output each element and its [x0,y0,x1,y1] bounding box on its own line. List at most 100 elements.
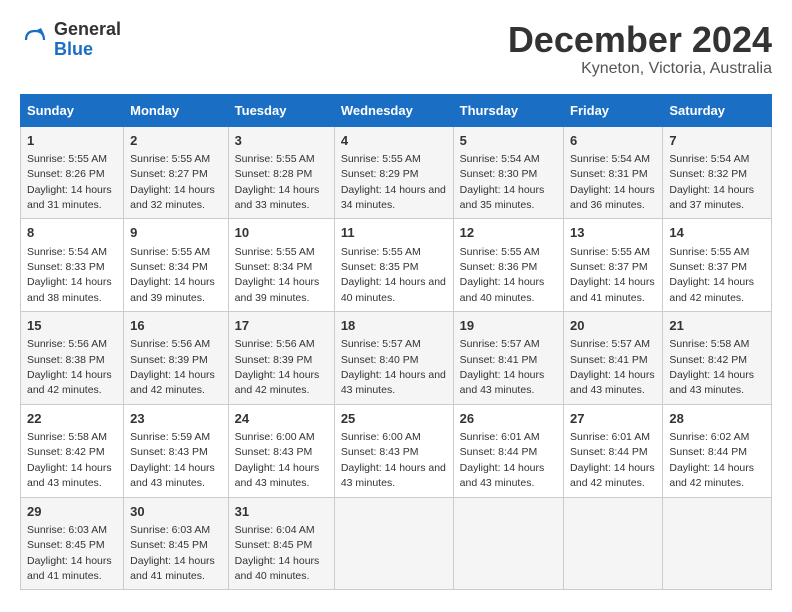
cell-info: Sunrise: 6:02 AMSunset: 8:44 PMDaylight:… [669,431,754,489]
calendar-cell: 23 Sunrise: 5:59 AMSunset: 8:43 PMDayligh… [124,404,229,497]
day-number: 2 [130,132,222,150]
calendar-cell: 27 Sunrise: 6:01 AMSunset: 8:44 PMDayligh… [564,404,663,497]
calendar-cell: 21 Sunrise: 5:58 AMSunset: 8:42 PMDayligh… [663,312,772,405]
day-number: 12 [460,224,557,242]
day-number: 16 [130,317,222,335]
calendar-cell: 6Sunrise: 5:54 AMSunset: 8:31 PMDaylight… [564,126,663,219]
day-number: 31 [235,503,328,521]
day-number: 9 [130,224,222,242]
day-header-thursday: Thursday [453,94,563,126]
day-number: 14 [669,224,765,242]
day-number: 28 [669,410,765,428]
calendar-cell: 9 Sunrise: 5:55 AMSunset: 8:34 PMDaylight… [124,219,229,312]
logo-text: General Blue [54,20,121,60]
calendar-cell: 30Sunrise: 6:03 AMSunset: 8:45 PMDayligh… [124,497,229,590]
calendar-cell: 20Sunrise: 5:57 AMSunset: 8:41 PMDayligh… [564,312,663,405]
cell-info: Sunrise: 6:00 AMSunset: 8:43 PMDaylight:… [235,431,320,489]
calendar-cell: 22 Sunrise: 5:58 AMSunset: 8:42 PMDayligh… [21,404,124,497]
cell-info: Sunrise: 5:56 AMSunset: 8:39 PMDaylight:… [130,338,215,396]
calendar-cell: 26Sunrise: 6:01 AMSunset: 8:44 PMDayligh… [453,404,563,497]
calendar-cell: 3 Sunrise: 5:55 AMSunset: 8:28 PMDaylight… [228,126,334,219]
cell-info: Sunrise: 5:55 AMSunset: 8:34 PMDaylight:… [235,246,320,304]
cell-info: Sunrise: 5:57 AMSunset: 8:40 PMDaylight:… [341,338,446,396]
calendar-cell [663,497,772,590]
day-number: 18 [341,317,447,335]
day-number: 19 [460,317,557,335]
calendar-cell: 31Sunrise: 6:04 AMSunset: 8:45 PMDayligh… [228,497,334,590]
day-number: 3 [235,132,328,150]
cell-info: Sunrise: 5:57 AMSunset: 8:41 PMDaylight:… [460,338,545,396]
calendar-cell: 24 Sunrise: 6:00 AMSunset: 8:43 PMDayligh… [228,404,334,497]
title-block: December 2024 Kyneton, Victoria, Austral… [508,20,772,78]
calendar-week-5: 29 Sunrise: 6:03 AMSunset: 8:45 PMDayligh… [21,497,772,590]
cell-info: Sunrise: 6:01 AMSunset: 8:44 PMDaylight:… [570,431,655,489]
calendar-cell: 12 Sunrise: 5:55 AMSunset: 8:36 PMDayligh… [453,219,563,312]
logo-icon [20,25,50,55]
cell-info: Sunrise: 5:55 AMSunset: 8:36 PMDaylight:… [460,246,545,304]
page-header: General Blue December 2024 Kyneton, Vict… [20,20,772,78]
calendar-table: SundayMondayTuesdayWednesdayThursdayFrid… [20,94,772,591]
location-subtitle: Kyneton, Victoria, Australia [508,60,772,78]
day-number: 10 [235,224,328,242]
cell-info: Sunrise: 5:57 AMSunset: 8:41 PMDaylight:… [570,338,655,396]
cell-info: Sunrise: 5:55 AMSunset: 8:28 PMDaylight:… [235,153,320,211]
day-number: 1 [27,132,117,150]
day-number: 7 [669,132,765,150]
calendar-cell: 8Sunrise: 5:54 AMSunset: 8:33 PMDaylight… [21,219,124,312]
days-header-row: SundayMondayTuesdayWednesdayThursdayFrid… [21,94,772,126]
calendar-cell: 2 Sunrise: 5:55 AMSunset: 8:27 PMDaylight… [124,126,229,219]
cell-info: Sunrise: 5:55 AMSunset: 8:34 PMDaylight:… [130,246,215,304]
day-number: 4 [341,132,447,150]
cell-info: Sunrise: 5:58 AMSunset: 8:42 PMDaylight:… [669,338,754,396]
day-number: 21 [669,317,765,335]
day-number: 6 [570,132,656,150]
day-number: 27 [570,410,656,428]
calendar-cell: 15Sunrise: 5:56 AMSunset: 8:38 PMDayligh… [21,312,124,405]
calendar-cell: 14Sunrise: 5:55 AMSunset: 8:37 PMDayligh… [663,219,772,312]
calendar-week-1: 1 Sunrise: 5:55 AMSunset: 8:26 PMDaylight… [21,126,772,219]
logo: General Blue [20,20,121,60]
calendar-cell: 7Sunrise: 5:54 AMSunset: 8:32 PMDaylight… [663,126,772,219]
day-number: 8 [27,224,117,242]
day-header-tuesday: Tuesday [228,94,334,126]
cell-info: Sunrise: 5:55 AMSunset: 8:27 PMDaylight:… [130,153,215,211]
cell-info: Sunrise: 5:58 AMSunset: 8:42 PMDaylight:… [27,431,112,489]
calendar-cell: 16 Sunrise: 5:56 AMSunset: 8:39 PMDayligh… [124,312,229,405]
calendar-cell: 10 Sunrise: 5:55 AMSunset: 8:34 PMDayligh… [228,219,334,312]
day-number: 25 [341,410,447,428]
cell-info: Sunrise: 5:56 AMSunset: 8:38 PMDaylight:… [27,338,112,396]
day-number: 23 [130,410,222,428]
cell-info: Sunrise: 5:55 AMSunset: 8:37 PMDaylight:… [570,246,655,304]
calendar-cell [564,497,663,590]
calendar-cell: 28 Sunrise: 6:02 AMSunset: 8:44 PMDayligh… [663,404,772,497]
calendar-week-3: 15Sunrise: 5:56 AMSunset: 8:38 PMDayligh… [21,312,772,405]
calendar-cell: 29 Sunrise: 6:03 AMSunset: 8:45 PMDayligh… [21,497,124,590]
calendar-week-2: 8Sunrise: 5:54 AMSunset: 8:33 PMDaylight… [21,219,772,312]
day-number: 24 [235,410,328,428]
cell-info: Sunrise: 6:01 AMSunset: 8:44 PMDaylight:… [460,431,545,489]
calendar-cell: 13 Sunrise: 5:55 AMSunset: 8:37 PMDayligh… [564,219,663,312]
calendar-week-4: 22 Sunrise: 5:58 AMSunset: 8:42 PMDayligh… [21,404,772,497]
day-number: 17 [235,317,328,335]
day-header-friday: Friday [564,94,663,126]
calendar-cell: 18 Sunrise: 5:57 AMSunset: 8:40 PMDayligh… [334,312,453,405]
cell-info: Sunrise: 6:03 AMSunset: 8:45 PMDaylight:… [27,524,112,582]
day-header-sunday: Sunday [21,94,124,126]
month-title: December 2024 [508,20,772,60]
calendar-cell: 19 Sunrise: 5:57 AMSunset: 8:41 PMDayligh… [453,312,563,405]
cell-info: Sunrise: 5:55 AMSunset: 8:29 PMDaylight:… [341,153,446,211]
cell-info: Sunrise: 5:56 AMSunset: 8:39 PMDaylight:… [235,338,320,396]
calendar-cell: 1 Sunrise: 5:55 AMSunset: 8:26 PMDaylight… [21,126,124,219]
cell-info: Sunrise: 5:55 AMSunset: 8:35 PMDaylight:… [341,246,446,304]
calendar-cell: 11Sunrise: 5:55 AMSunset: 8:35 PMDayligh… [334,219,453,312]
calendar-cell [453,497,563,590]
day-number: 29 [27,503,117,521]
cell-info: Sunrise: 5:59 AMSunset: 8:43 PMDaylight:… [130,431,215,489]
calendar-cell: 5Sunrise: 5:54 AMSunset: 8:30 PMDaylight… [453,126,563,219]
day-header-monday: Monday [124,94,229,126]
day-number: 13 [570,224,656,242]
day-number: 22 [27,410,117,428]
day-header-wednesday: Wednesday [334,94,453,126]
cell-info: Sunrise: 5:54 AMSunset: 8:30 PMDaylight:… [460,153,545,211]
cell-info: Sunrise: 5:55 AMSunset: 8:26 PMDaylight:… [27,153,112,211]
